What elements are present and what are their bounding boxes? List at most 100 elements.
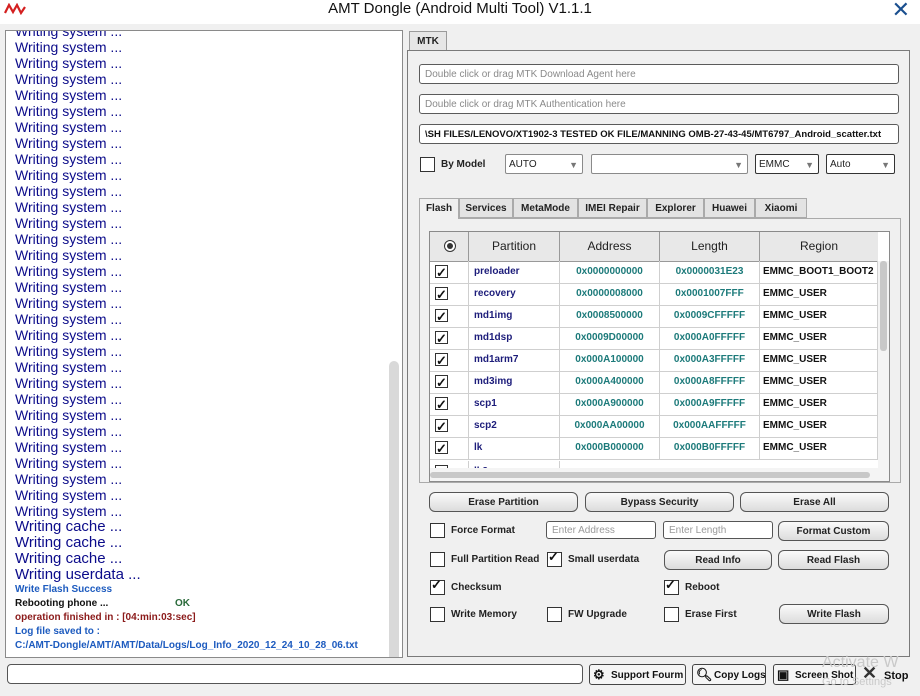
tab-services[interactable]: Services [459, 198, 513, 218]
log-line: Writing system ... [15, 439, 123, 455]
log-line: Writing userdata ... [15, 566, 141, 583]
log-line: Writing system ... [15, 391, 123, 407]
row-checkbox[interactable] [435, 416, 448, 437]
log-line: Writing system ... [15, 135, 123, 151]
small-userdata-checkbox[interactable] [547, 549, 562, 567]
row-checkbox-cell [430, 393, 469, 415]
log-line: Writing system ... [15, 295, 123, 311]
select-all-radio-icon[interactable] [444, 240, 456, 252]
read-info-button[interactable]: Read Info [664, 550, 772, 570]
header-address: Address [560, 232, 660, 261]
progress-bar [7, 664, 583, 684]
table-row[interactable]: md1dsp0x0009D000000x000A0FFFFFEMMC_USER [430, 327, 878, 350]
fw-upgrade-checkbox[interactable] [547, 607, 562, 622]
select-all-header[interactable] [430, 232, 469, 261]
tab-huawei[interactable]: Huawei [704, 198, 755, 218]
variant-select[interactable]: ▼ [591, 154, 748, 174]
tab-xiaomi[interactable]: Xiaomi [755, 198, 807, 218]
scroll-thumb[interactable] [880, 261, 887, 351]
full-partition-read-checkbox[interactable] [430, 552, 445, 567]
row-checkbox[interactable] [435, 306, 448, 327]
row-checkbox[interactable] [435, 438, 448, 459]
full-partition-read-label: Full Partition Read [451, 554, 540, 565]
row-address: 0x000A400000 [560, 371, 660, 393]
row-partition: preloader [469, 261, 560, 283]
row-checkbox[interactable] [435, 372, 448, 393]
row-checkbox[interactable] [435, 394, 448, 415]
save-icon: ▣ [777, 667, 790, 682]
log-line: Writing system ... [15, 263, 123, 279]
tab-explorer[interactable]: Explorer [647, 198, 704, 218]
log-scrollbar[interactable] [389, 361, 399, 657]
row-checkbox[interactable] [435, 262, 448, 283]
table-row[interactable]: md1img0x00085000000x0009CFFFFFEMMC_USER [430, 305, 878, 328]
by-model-checkbox[interactable] [420, 157, 435, 172]
enter-address-input[interactable]: Enter Address [546, 521, 656, 539]
table-row[interactable]: scp20x000AA000000x000AAFFFFFEMMC_USER [430, 415, 878, 438]
row-partition: scp2 [469, 415, 560, 437]
tab-mtk[interactable]: MTK [409, 31, 447, 52]
window-title: AMT Dongle (Android Multi Tool) V1.1.1 [328, 0, 592, 17]
row-checkbox-cell [430, 437, 469, 459]
log-line: Writing system ... [15, 471, 123, 487]
log-panel[interactable]: Writing system ... Writing system ... Writ… [5, 30, 403, 658]
close-icon[interactable]: ✕ [892, 0, 910, 23]
row-partition: recovery [469, 283, 560, 305]
copy-logs-button[interactable]: 🔍︎ Copy Logs [692, 664, 766, 685]
row-checkbox[interactable] [435, 350, 448, 371]
enter-length-input[interactable]: Enter Length [663, 521, 773, 539]
force-format-checkbox[interactable] [430, 523, 445, 538]
storage-select[interactable]: EMMC ▼ [755, 154, 819, 174]
mode-select[interactable]: Auto ▼ [826, 154, 895, 174]
row-checkbox-cell [430, 261, 469, 283]
log-line: Writing cache ... [15, 550, 123, 567]
log-line: Writing system ... [15, 311, 123, 327]
row-length: 0x000A9FFFFF [660, 393, 760, 415]
checksum-label: Checksum [451, 582, 502, 593]
row-length: 0x000A3FFFFF [660, 349, 760, 371]
table-row[interactable]: scp10x000A9000000x000A9FFFFFEMMC_USER [430, 393, 878, 416]
format-custom-button[interactable]: Format Custom [778, 521, 889, 541]
scatter-file-field[interactable]: \SH FILES/LENOVO/XT1902-3 TESTED OK FILE… [419, 124, 899, 144]
scroll-thumb[interactable] [430, 472, 870, 478]
table-row[interactable]: recovery0x00000080000x0001007FFFEMMC_USE… [430, 283, 878, 306]
erase-first-checkbox[interactable] [664, 607, 679, 622]
authentication-field[interactable]: Double click or drag MTK Authentication … [419, 94, 899, 114]
bypass-security-button[interactable]: Bypass Security [585, 492, 734, 512]
row-checkbox[interactable] [435, 328, 448, 349]
table-row[interactable]: preloader0x00000000000x0000031E23EMMC_BO… [430, 261, 878, 284]
header-length: Length [660, 232, 760, 261]
table-row[interactable]: md1arm70x000A1000000x000A3FFFFFEMMC_USER [430, 349, 878, 372]
log-saved-label: Log file saved to : [15, 626, 101, 637]
write-memory-checkbox[interactable] [430, 607, 445, 622]
search-icon: 🔍︎ [696, 667, 713, 682]
write-flash-button[interactable]: Write Flash [779, 604, 889, 624]
log-line: Writing system ... [15, 487, 123, 503]
support-forum-button[interactable]: ⚙ Support Fourm [589, 664, 686, 685]
table-horizontal-scrollbar[interactable] [430, 468, 878, 481]
table-row[interactable]: md3img0x000A4000000x000A8FFFFFEMMC_USER [430, 371, 878, 394]
log-line: Writing system ... [15, 231, 123, 247]
erase-partition-button[interactable]: Erase Partition [429, 492, 578, 512]
log-line: Writing system ... [15, 103, 123, 119]
chevron-down-icon: ▼ [734, 160, 743, 170]
download-agent-field[interactable]: Double click or drag MTK Download Agent … [419, 64, 899, 84]
model-select[interactable]: AUTO ▼ [505, 154, 583, 174]
log-line: Writing system ... [15, 183, 123, 199]
read-flash-button[interactable]: Read Flash [778, 550, 889, 570]
reboot-label: Reboot [685, 582, 720, 593]
row-region: EMMC_USER [760, 305, 878, 327]
row-checkbox[interactable] [435, 284, 448, 305]
tab-imei-repair[interactable]: IMEI Repair [578, 198, 647, 218]
table-vertical-scrollbar[interactable] [878, 261, 889, 481]
table-row[interactable]: lk0x000B0000000x000B0FFFFFEMMC_USER [430, 437, 878, 460]
reboot-checkbox[interactable] [664, 577, 679, 595]
fw-upgrade-label: FW Upgrade [568, 609, 627, 620]
tab-flash[interactable]: Flash [419, 198, 459, 219]
small-userdata-label: Small userdata [568, 554, 640, 565]
checksum-checkbox[interactable] [430, 577, 445, 595]
tab-metamode[interactable]: MetaMode [513, 198, 578, 218]
log-line: Writing cache ... [15, 518, 123, 535]
erase-all-button[interactable]: Erase All [740, 492, 889, 512]
log-write-flash-success: Write Flash Success [15, 584, 113, 595]
